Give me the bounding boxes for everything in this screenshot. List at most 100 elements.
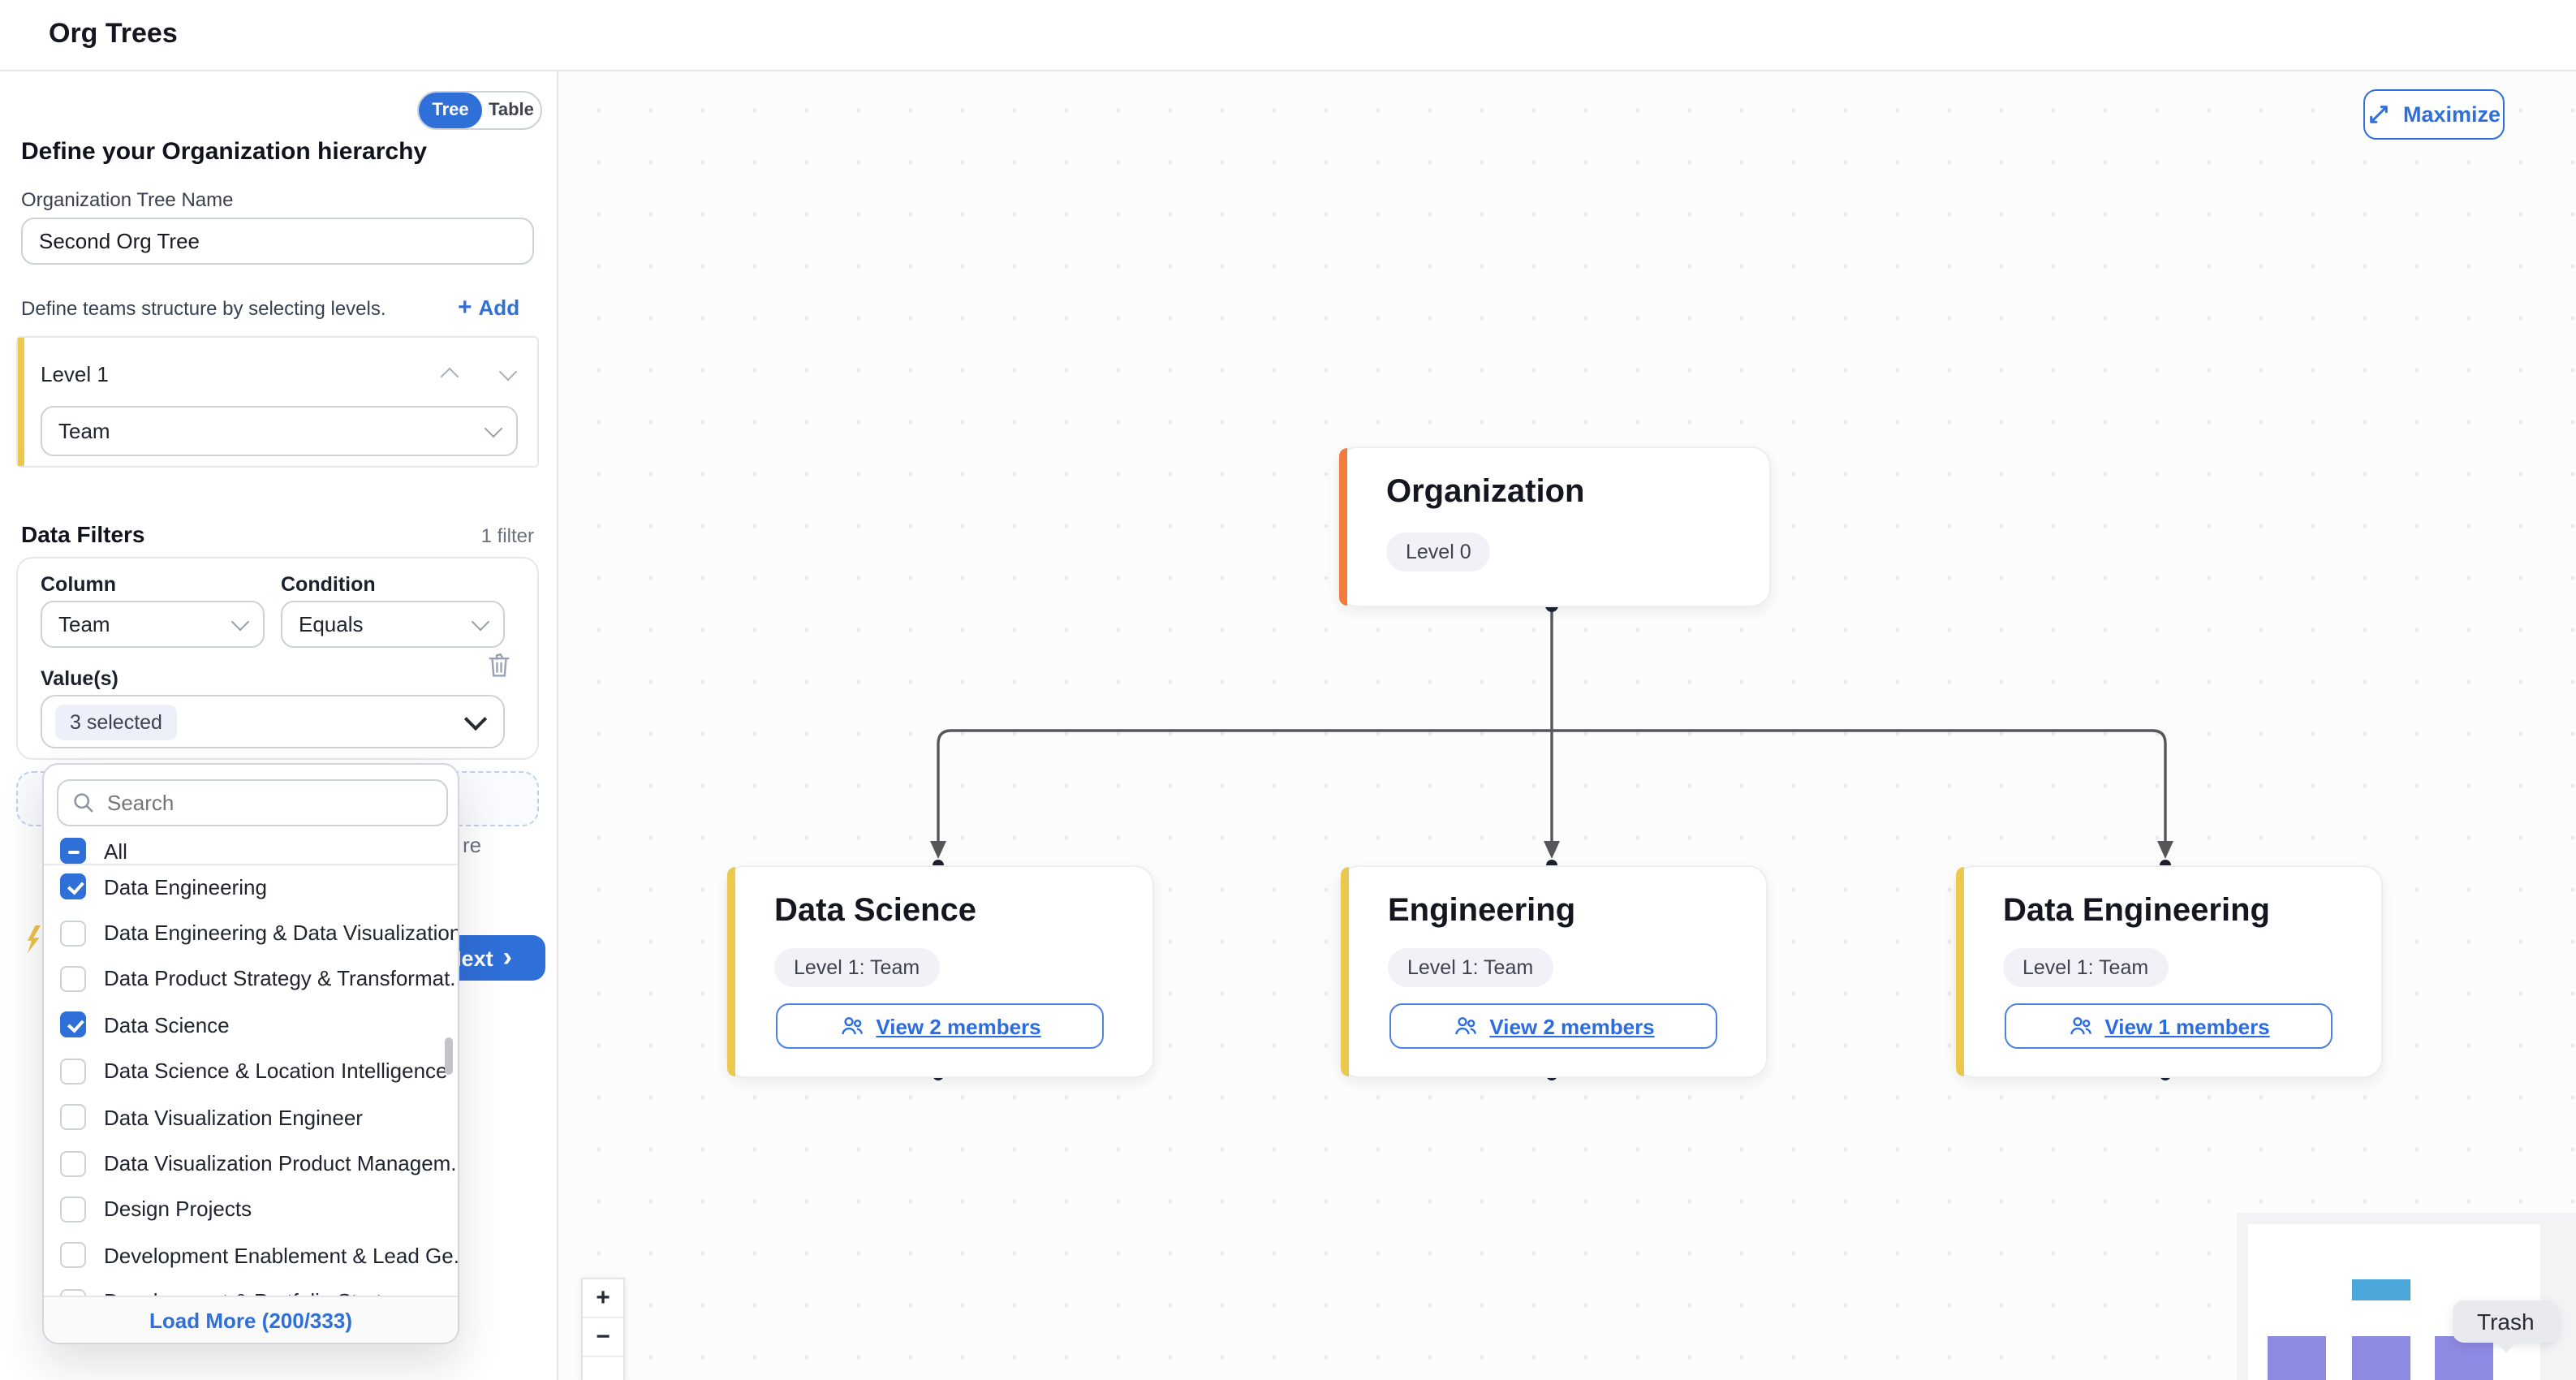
tree-edges [558, 70, 2576, 1380]
data-filters-title: Data Filters [21, 521, 145, 547]
filter-card: Column Condition Team Equals Value(s) 3 … [16, 557, 539, 760]
checkbox[interactable] [60, 1150, 86, 1176]
option-row[interactable]: Data Science [44, 1002, 458, 1048]
node-accent-bar [1341, 867, 1349, 1076]
values-dropdown-panel: All Data Engineering Data Engineering & … [42, 763, 459, 1344]
maximize-button[interactable]: Maximize [2363, 89, 2505, 140]
minimap[interactable] [2237, 1213, 2576, 1380]
chevron-down-icon [472, 613, 490, 632]
minimap-root-node [2352, 1279, 2410, 1300]
option-label: Data Science [104, 1013, 230, 1037]
column-label: Column [41, 573, 116, 596]
zoom-out-button[interactable]: − [583, 1318, 623, 1357]
level-title: Level 1 [41, 362, 109, 386]
minimap-child-node [2435, 1336, 2493, 1380]
level-type-select[interactable]: Team [41, 406, 518, 456]
search-icon [71, 791, 96, 815]
search-input[interactable] [57, 779, 448, 826]
move-level-up-icon[interactable] [441, 368, 459, 386]
checkbox[interactable] [60, 920, 86, 946]
option-label: Data Engineering [104, 874, 267, 899]
values-label: Value(s) [41, 667, 118, 690]
checkbox[interactable] [60, 966, 86, 992]
delete-filter-trash-icon[interactable] [485, 649, 513, 680]
zoom-in-button[interactable]: + [583, 1279, 623, 1318]
chevron-down-icon [464, 707, 487, 730]
org-chart-canvas[interactable]: Maximize Organization [557, 70, 2576, 1380]
view-members-button[interactable]: View 1 members [2005, 1003, 2333, 1049]
minimap-child-node [2268, 1336, 2326, 1380]
move-level-down-icon[interactable] [499, 363, 518, 382]
tree-name-input[interactable] [21, 218, 534, 265]
column-select[interactable]: Team [41, 601, 265, 648]
option-row[interactable]: Data Product Strategy & Transformat... [44, 956, 458, 1003]
trash-tooltip: Trash [2453, 1300, 2559, 1343]
load-more-label: Load More (200/333) [149, 1308, 352, 1332]
option-label: Data Science & Location Intelligence [104, 1059, 448, 1084]
view-members-button[interactable]: View 2 members [776, 1003, 1104, 1049]
option-label: Data Product Strategy & Transformat... [104, 967, 458, 991]
add-level-button[interactable]: + Add [458, 295, 519, 320]
toggle-option-table[interactable]: Table [482, 93, 541, 128]
checkbox[interactable] [60, 1104, 86, 1130]
level-accent-bar [18, 338, 24, 466]
node-title: Data Science [774, 893, 976, 930]
condition-select[interactable]: Equals [281, 601, 505, 648]
view-toggle[interactable]: Tree Table [417, 91, 542, 130]
maximize-label: Maximize [2403, 102, 2501, 127]
org-node-data-science[interactable]: Data Science Level 1: Team View 2 member… [726, 865, 1154, 1078]
filter-count-badge: 1 filter [481, 524, 534, 547]
selected-count-chip: 3 selected [55, 704, 177, 740]
dropdown-search [57, 779, 448, 826]
members-icon [1452, 1013, 1478, 1039]
view-members-label: View 1 members [2104, 1014, 2269, 1038]
checkbox[interactable] [60, 1059, 86, 1085]
options-list[interactable]: Data Engineering Data Engineering & Data… [44, 864, 458, 1300]
option-row[interactable]: Data Visualization Engineer [44, 1094, 458, 1141]
condition-label: Condition [281, 573, 376, 596]
checkbox-checked[interactable] [60, 873, 86, 899]
hidden-bolt-icon [28, 925, 41, 953]
checkbox-checked[interactable] [60, 1012, 86, 1038]
node-level-badge: Level 1: Team [2003, 948, 2168, 987]
option-row[interactable]: Data Engineering [44, 864, 458, 910]
level-type-value: Team [58, 419, 110, 443]
config-sidebar: Tree Table Define your Organization hier… [0, 70, 557, 1380]
option-row[interactable]: Design Projects [44, 1186, 458, 1232]
node-accent-bar [727, 867, 735, 1076]
chevron-down-icon [485, 420, 503, 438]
checkbox[interactable] [60, 1243, 86, 1269]
fit-view-button[interactable] [583, 1357, 623, 1380]
option-row[interactable]: Development Enablement & Lead Ge... [44, 1232, 458, 1279]
option-row[interactable]: Data Engineering & Data Visualization [44, 910, 458, 956]
minimap-child-node [2352, 1336, 2410, 1380]
option-label: Data Visualization Engineer [104, 1105, 363, 1129]
sidebar-heading: Define your Organization hierarchy [21, 138, 427, 166]
members-icon [2067, 1013, 2093, 1039]
checkbox[interactable] [60, 1197, 86, 1223]
scrollbar-thumb[interactable] [445, 1037, 453, 1075]
option-row[interactable]: Data Science & Location Intelligence [44, 1048, 458, 1094]
add-level-label: Add [479, 295, 520, 320]
node-level-badge: Level 0 [1386, 533, 1491, 571]
node-level-badge: Level 1: Team [1388, 948, 1553, 987]
values-multiselect[interactable]: 3 selected [41, 695, 505, 748]
option-label: Development Enablement & Lead Ge... [104, 1244, 458, 1268]
org-node-data-engineering[interactable]: Data Engineering Level 1: Team View 1 me… [1954, 865, 2383, 1078]
select-all-checkbox[interactable] [60, 838, 86, 864]
page-header: Org Trees [0, 0, 2576, 71]
select-all-label: All [104, 839, 127, 863]
option-label: Design Projects [104, 1197, 252, 1222]
load-more-button[interactable]: Load More (200/333) [44, 1296, 458, 1343]
org-node-root[interactable]: Organization Level 0 [1338, 446, 1771, 607]
node-title: Engineering [1388, 893, 1575, 930]
levels-description: Define teams structure by selecting leve… [21, 297, 386, 320]
view-members-button[interactable]: View 2 members [1389, 1003, 1717, 1049]
column-value: Team [58, 612, 110, 636]
chevron-down-icon [231, 613, 250, 632]
toggle-option-tree[interactable]: Tree [419, 93, 482, 128]
option-row[interactable]: Data Visualization Product Managem... [44, 1141, 458, 1187]
org-node-engineering[interactable]: Engineering Level 1: Team View 2 members [1339, 865, 1768, 1078]
tree-name-label: Organization Tree Name [21, 188, 233, 211]
condition-value: Equals [299, 612, 364, 636]
